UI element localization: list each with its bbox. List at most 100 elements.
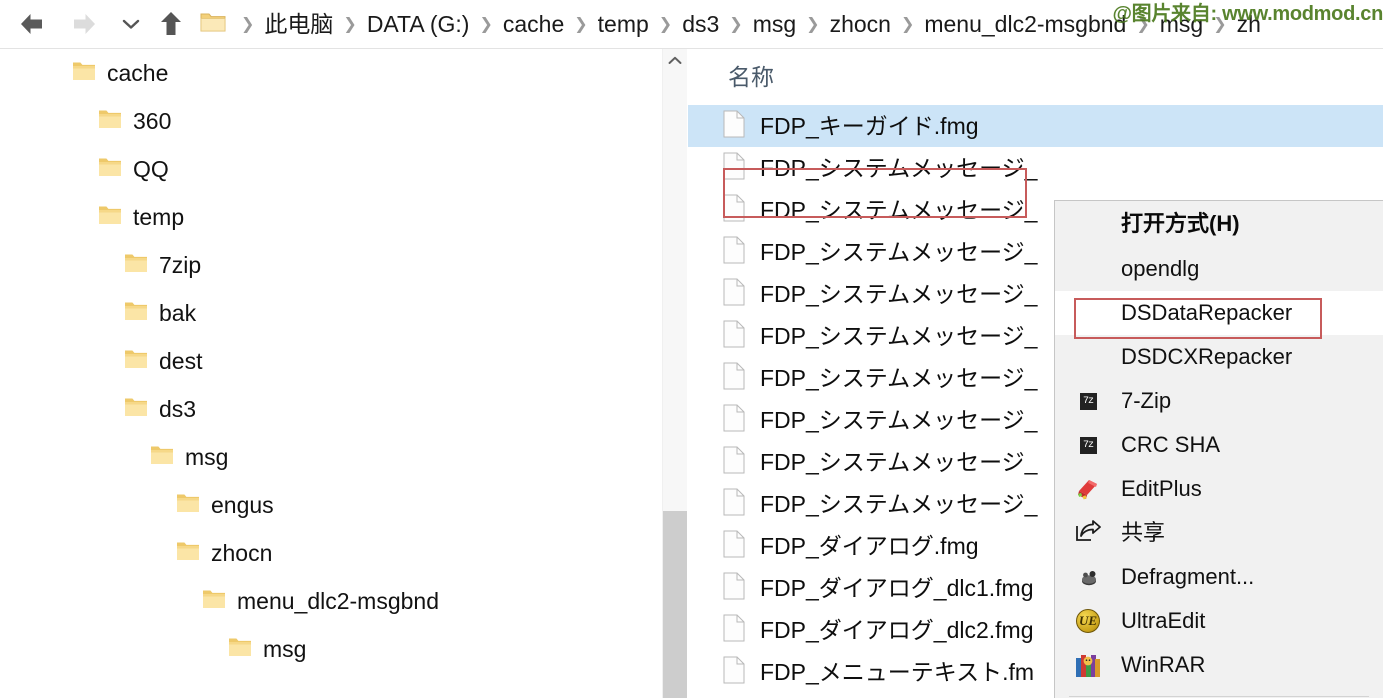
folder-icon [176,492,200,519]
tree-item-label: bak [159,299,197,326]
file-icon [723,152,745,185]
column-header-name[interactable]: 名称 [728,65,774,89]
navigation-bar: ❯ 此电脑 ❯ DATA (G:) ❯ cache ❯ temp ❯ ds3 ❯… [0,0,1383,48]
scrollbar-track[interactable] [663,71,687,511]
breadcrumb-item-0[interactable]: 此电脑 [261,11,336,38]
breadcrumb-item-4[interactable]: ds3 [679,11,722,38]
defragment-icon [1075,564,1101,590]
tree-item-label: QQ [133,155,169,182]
file-icon [723,320,745,353]
winrar-icon [1076,654,1100,677]
editplus-icon [1076,477,1100,501]
folder-icon [176,540,200,567]
context-menu-item-defragment-[interactable]: Defragment... [1055,555,1383,599]
share-icon [1075,519,1101,546]
no-icon [1075,300,1101,326]
winrar-icon [1075,652,1101,678]
context-menu-item-dsdcxrepacker[interactable]: DSDCXRepacker [1055,335,1383,379]
breadcrumb-item-5[interactable]: msg [750,11,799,38]
back-button[interactable] [6,0,58,48]
context-menu-item-dsdatarepacker[interactable]: DSDataRepacker [1055,291,1383,335]
breadcrumb-separator: ❯ [658,16,673,33]
tree-item-qq[interactable]: QQ [0,145,662,193]
context-menu-item-editplus[interactable]: EditPlus [1055,467,1383,511]
context-menu[interactable]: 打开方式(H) opendlg DSDataRepacker DSDCXRepacke… [1054,200,1383,698]
breadcrumb-item-3[interactable]: temp [595,11,652,38]
tree-item-ds3[interactable]: ds3 [0,385,662,433]
tree-item-label: temp [133,203,185,230]
folder-icon [72,60,96,87]
breadcrumb-separator: ❯ [343,16,357,33]
file-icon [723,614,745,647]
tree-item-engus[interactable]: engus [0,481,662,529]
folder-icon [98,108,122,135]
tree-item-zhocn[interactable]: zhocn [0,529,662,577]
breadcrumb-item-8[interactable]: msg [1157,11,1206,38]
context-menu-item-label: 打开方式(H) [1121,211,1240,236]
folder-icon [98,204,122,231]
context-menu-item-opendlg[interactable]: opendlg [1055,247,1383,291]
file-row[interactable]: FDP_システムメッセージ_ [688,147,1383,189]
breadcrumb-separator: ❯ [479,16,493,33]
file-name-label: FDP_ダイアログ.fmg [760,532,979,559]
folder-icon [124,348,148,375]
context-menu-item-打开方式-h-: 打开方式(H) [1055,201,1383,247]
no-icon [1075,256,1101,282]
defragment-icon [1079,569,1097,586]
breadcrumb-separator: ❯ [806,16,820,33]
breadcrumb[interactable]: ❯ 此电脑 ❯ DATA (G:) ❯ cache ❯ temp ❯ ds3 ❯… [196,0,1383,48]
breadcrumb-separator: ❯ [729,16,743,33]
file-name-label: FDP_システムメッセージ_ [760,448,1038,475]
folder-tree-pane[interactable]: cache 360 QQ temp 7zip bak dest ds3 msg engus zhoc… [0,49,662,698]
breadcrumb-separator: ❯ [241,16,255,33]
ultraedit-icon: UE [1075,608,1101,634]
file-name-label: FDP_システムメッセージ_ [760,196,1038,223]
file-row[interactable]: FDP_キーガイド.fmg [688,105,1383,147]
chevron-up-icon[interactable] [663,49,687,71]
file-name-label: FDP_システムメッセージ_ [760,406,1038,433]
context-menu-item-winrar[interactable]: WinRAR [1055,643,1383,687]
context-menu-item-7-zip[interactable]: 7z 7-Zip [1055,379,1383,423]
no-icon [1075,344,1101,370]
scrollbar-thumb[interactable] [663,511,687,698]
sevenzip-icon: 7z [1075,432,1101,458]
breadcrumb-item-9[interactable]: zh [1234,11,1264,38]
context-menu-item-共享[interactable]: 共享 [1055,511,1383,555]
file-icon [723,572,745,605]
tree-item-7zip[interactable]: 7zip [0,241,662,289]
context-menu-separator [1069,696,1369,697]
file-name-label: FDP_システムメッセージ_ [760,490,1038,517]
up-one-level-button[interactable] [148,0,194,48]
tree-item-msg[interactable]: msg [0,433,662,481]
tree-item-cache[interactable]: cache [0,49,662,97]
tree-item-temp[interactable]: temp [0,193,662,241]
tree-item-360[interactable]: 360 [0,97,662,145]
file-explorer-window: ❯ 此电脑 ❯ DATA (G:) ❯ cache ❯ temp ❯ ds3 ❯… [0,0,1383,698]
breadcrumb-separator: ❯ [900,16,915,33]
breadcrumb-item-7[interactable]: menu_dlc2-msgbnd [921,11,1129,38]
breadcrumb-item-1[interactable]: DATA (G:) [364,11,473,38]
tree-item-dest[interactable]: dest [0,337,662,385]
context-menu-item-label: EditPlus [1121,476,1202,501]
breadcrumb-item-6[interactable]: zhocn [827,11,894,38]
breadcrumb-item-2[interactable]: cache [500,11,567,38]
tree-item-label: zhocn [211,539,273,566]
tree-item-bak[interactable]: bak [0,289,662,337]
context-menu-item-crc-sha[interactable]: 7z CRC SHA [1055,423,1383,467]
file-name-label: FDP_システムメッセージ_ [760,238,1038,265]
sevenzip-icon: 7z [1079,436,1097,454]
context-menu-item-ultraedit[interactable]: UE UltraEdit [1055,599,1383,643]
explorer-content: cache 360 QQ temp 7zip bak dest ds3 msg engus zhoc… [0,48,1383,698]
file-name-label: FDP_キーガイド.fmg [760,112,979,139]
folder-icon [228,636,252,663]
recent-locations-dropdown[interactable] [112,0,150,48]
tree-item-msg[interactable]: msg [0,625,662,673]
file-name-label: FDP_システムメッセージ_ [760,154,1038,181]
folder-icon [200,11,226,38]
tree-item-menu-dlc2-msgbnd[interactable]: menu_dlc2-msgbnd [0,577,662,625]
file-icon [723,488,745,521]
tree-scrollbar[interactable] [662,49,687,698]
file-name-label: FDP_ダイアログ_dlc2.fmg [760,616,1034,643]
tree-item-label: 360 [133,107,172,134]
file-name-label: FDP_システムメッセージ_ [760,364,1038,391]
